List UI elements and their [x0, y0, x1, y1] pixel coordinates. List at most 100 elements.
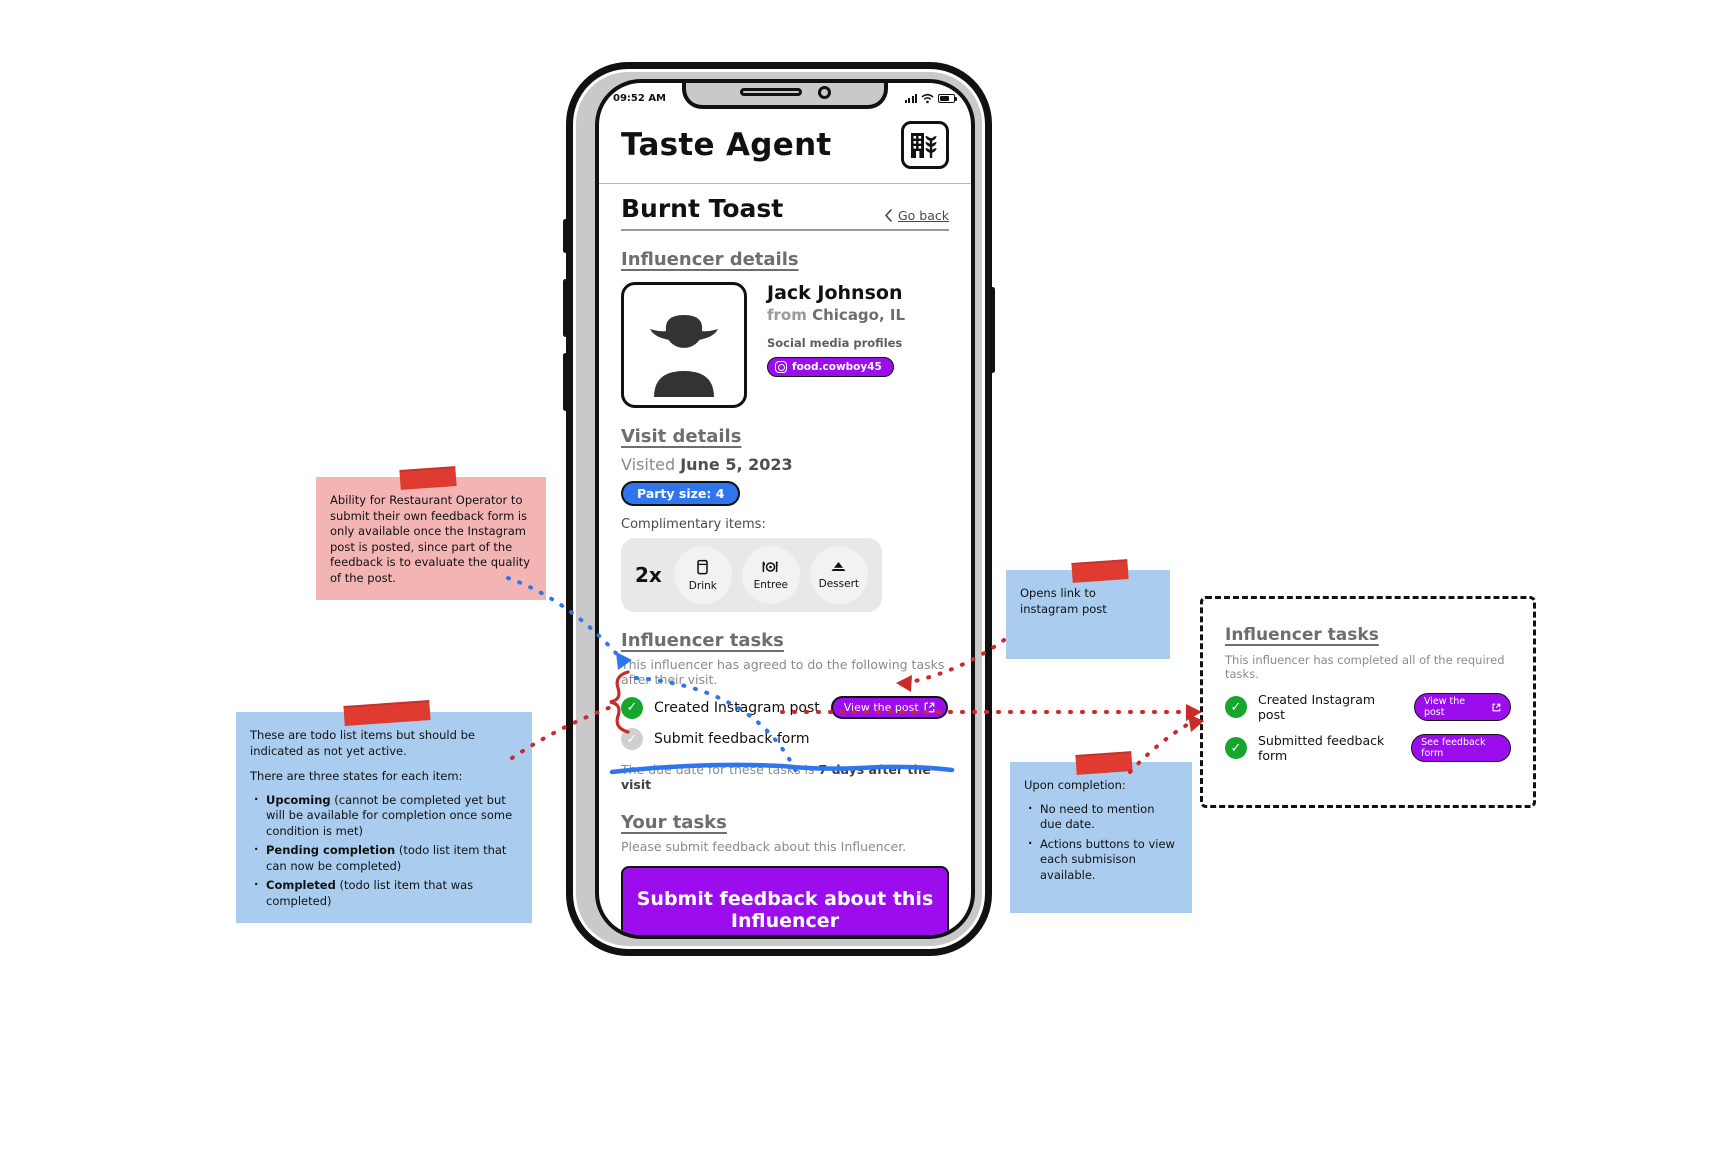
phone-frame: 09:52 AM Taste Agent Burnt Toast Go back…	[563, 62, 995, 956]
screen-content: Burnt Toast Go back Influencer details J…	[599, 184, 971, 935]
your-tasks-section: Your tasks Please submit feedback about …	[621, 812, 949, 935]
submit-feedback-button[interactable]: Submit feedback about this Influencer	[621, 866, 949, 935]
mockup-canvas: 09:52 AM Taste Agent Burnt Toast Go back…	[0, 0, 1734, 1150]
note-line-2: There are three states for each item:	[250, 769, 463, 784]
complimentary-item-drink: Drink	[673, 546, 732, 604]
wifi-icon	[921, 93, 934, 103]
go-back-label: Go back	[897, 208, 949, 223]
complimentary-items-label: Complimentary items:	[621, 517, 766, 532]
note-bullets: Upcoming (cannot be completed yet but wi…	[254, 792, 518, 910]
instagram-handle: food.cowboy45	[792, 361, 882, 373]
note-bullet: Pending completion (todo list item that …	[254, 842, 518, 874]
note-line-1: These are todo list items but should be …	[250, 728, 475, 758]
influencer-info: Jack Johnson from Chicago, IL Social med…	[767, 282, 905, 408]
task-label: Created Instagram post	[1258, 692, 1376, 722]
check-circle-green-icon: ✓	[621, 696, 643, 719]
complimentary-item-dessert: Dessert	[809, 546, 868, 604]
instagram-profile-chip[interactable]: food.cowboy45	[767, 357, 894, 377]
note-bullet: Completed (todo list item that was compl…	[254, 877, 518, 909]
task-row[interactable]: ✓ Created Instagram post View the post	[621, 696, 949, 719]
party-size-badge: Party size: 4	[621, 481, 741, 506]
task-row[interactable]: ✓ Submit feedback form	[621, 728, 949, 750]
cup-icon	[696, 559, 709, 578]
table-row[interactable]: ✓ Submitted feedback form See feedback f…	[1225, 733, 1511, 763]
note-bullets: No need to mention due date. Actions but…	[1028, 801, 1178, 884]
phone-screen: 09:52 AM Taste Agent Burnt Toast Go back…	[595, 79, 975, 939]
task-label: Created Instagram post	[654, 699, 820, 716]
visited-prefix: Visited	[621, 455, 681, 474]
external-link-icon	[924, 702, 935, 713]
bullet-term: Pending completion	[266, 843, 396, 858]
influencer-details-row: Jack Johnson from Chicago, IL Social med…	[621, 282, 949, 408]
influencer-details-heading: Influencer details	[621, 249, 799, 270]
note-bullet: Upcoming (cannot be completed yet but wi…	[254, 792, 518, 840]
note-bullet: Actions buttons to view each submisison …	[1028, 836, 1178, 884]
tape-icon	[343, 700, 431, 726]
app-header: Taste Agent	[599, 113, 971, 184]
completed-tasks-panel: Influencer tasks This influencer has com…	[1200, 596, 1536, 808]
signal-bars-icon	[904, 93, 917, 103]
front-camera-icon	[817, 85, 831, 99]
status-icons	[904, 93, 957, 104]
see-feedback-form-button[interactable]: See feedback form	[1411, 734, 1511, 762]
note-title: Upon completion:	[1024, 778, 1126, 792]
phone-mute-switch	[563, 219, 568, 253]
cake-slice-icon	[830, 560, 847, 576]
bullet-term: Upcoming	[266, 792, 331, 807]
due-date-line: The due date for these tasks is 7 days a…	[621, 762, 949, 792]
complimentary-item-label: Drink	[688, 579, 717, 592]
note-text: Ability for Restaurant Operator to submi…	[330, 493, 531, 585]
completed-tasks-description: This influencer has completed all of the…	[1225, 653, 1505, 681]
instagram-icon	[775, 361, 787, 373]
note-text: Opens link to instagram post	[1020, 586, 1107, 616]
your-tasks-description: Please submit feedback about this Influe…	[621, 839, 907, 854]
status-time: 09:52 AM	[613, 92, 667, 104]
check-circle-green-icon: ✓	[1225, 737, 1247, 759]
your-tasks-heading: Your tasks	[621, 812, 727, 833]
influencer-location: from Chicago, IL	[767, 306, 905, 324]
visited-date-line: Visited June 5, 2023	[621, 455, 949, 474]
app-title: Taste Agent	[621, 127, 832, 163]
note-opens-link: Opens link to instagram post	[1006, 559, 1170, 660]
complimentary-items-group: 2x Drink Entree Dessert	[621, 538, 882, 612]
phone-volume-up-button	[563, 279, 568, 337]
note-feedback-availability: Ability for Restaurant Operator to submi…	[316, 466, 546, 601]
cowboy-avatar-icon	[621, 282, 747, 408]
bullet-term: Completed	[266, 878, 336, 893]
tape-icon	[399, 466, 457, 490]
influencer-tasks-description: This influencer has agreed to do the fol…	[621, 657, 945, 687]
page-title: Burnt Toast	[621, 194, 784, 223]
from-prefix: from	[767, 306, 813, 324]
influencer-tasks-heading: Influencer tasks	[621, 630, 784, 651]
completed-tasks-heading: Influencer tasks	[1225, 625, 1379, 645]
plate-icon	[762, 560, 779, 577]
tape-icon	[1071, 559, 1129, 583]
phone-power-button	[990, 287, 995, 373]
check-circle-gray-icon: ✓	[621, 728, 643, 750]
earpiece-speaker-icon	[739, 88, 802, 96]
influencer-name: Jack Johnson	[767, 282, 903, 304]
view-the-post-button[interactable]: View the post	[830, 696, 948, 719]
complimentary-item-label: Entree	[753, 578, 789, 591]
due-prefix: The due date for these tasks is	[621, 762, 819, 777]
see-feedback-label: See feedback form	[1421, 737, 1486, 759]
go-back-button[interactable]: Go back	[884, 208, 949, 223]
view-post-label: View the post	[843, 701, 919, 714]
external-link-icon	[1492, 703, 1501, 711]
restaurant-logo-icon[interactable]	[901, 121, 949, 169]
complimentary-quantity: 2x	[635, 563, 662, 587]
task-label: Submit feedback form	[654, 731, 810, 747]
complimentary-item-label: Dessert	[818, 578, 860, 590]
task-label: Submitted feedback form	[1258, 733, 1385, 763]
visit-details-heading: Visit details	[621, 426, 742, 447]
complimentary-item-entree: Entree	[741, 546, 800, 604]
view-the-post-button[interactable]: View the post	[1413, 693, 1511, 721]
page-header: Burnt Toast Go back	[621, 194, 949, 231]
view-post-label: View the post	[1423, 696, 1466, 718]
note-upon-completion: Upon completion: No need to mention due …	[1010, 751, 1192, 914]
battery-icon	[938, 93, 957, 103]
chevron-left-icon	[884, 209, 892, 222]
location-value: Chicago, IL	[812, 306, 906, 324]
phone-volume-down-button	[563, 353, 568, 411]
table-row[interactable]: ✓ Created Instagram post View the post	[1225, 692, 1511, 722]
